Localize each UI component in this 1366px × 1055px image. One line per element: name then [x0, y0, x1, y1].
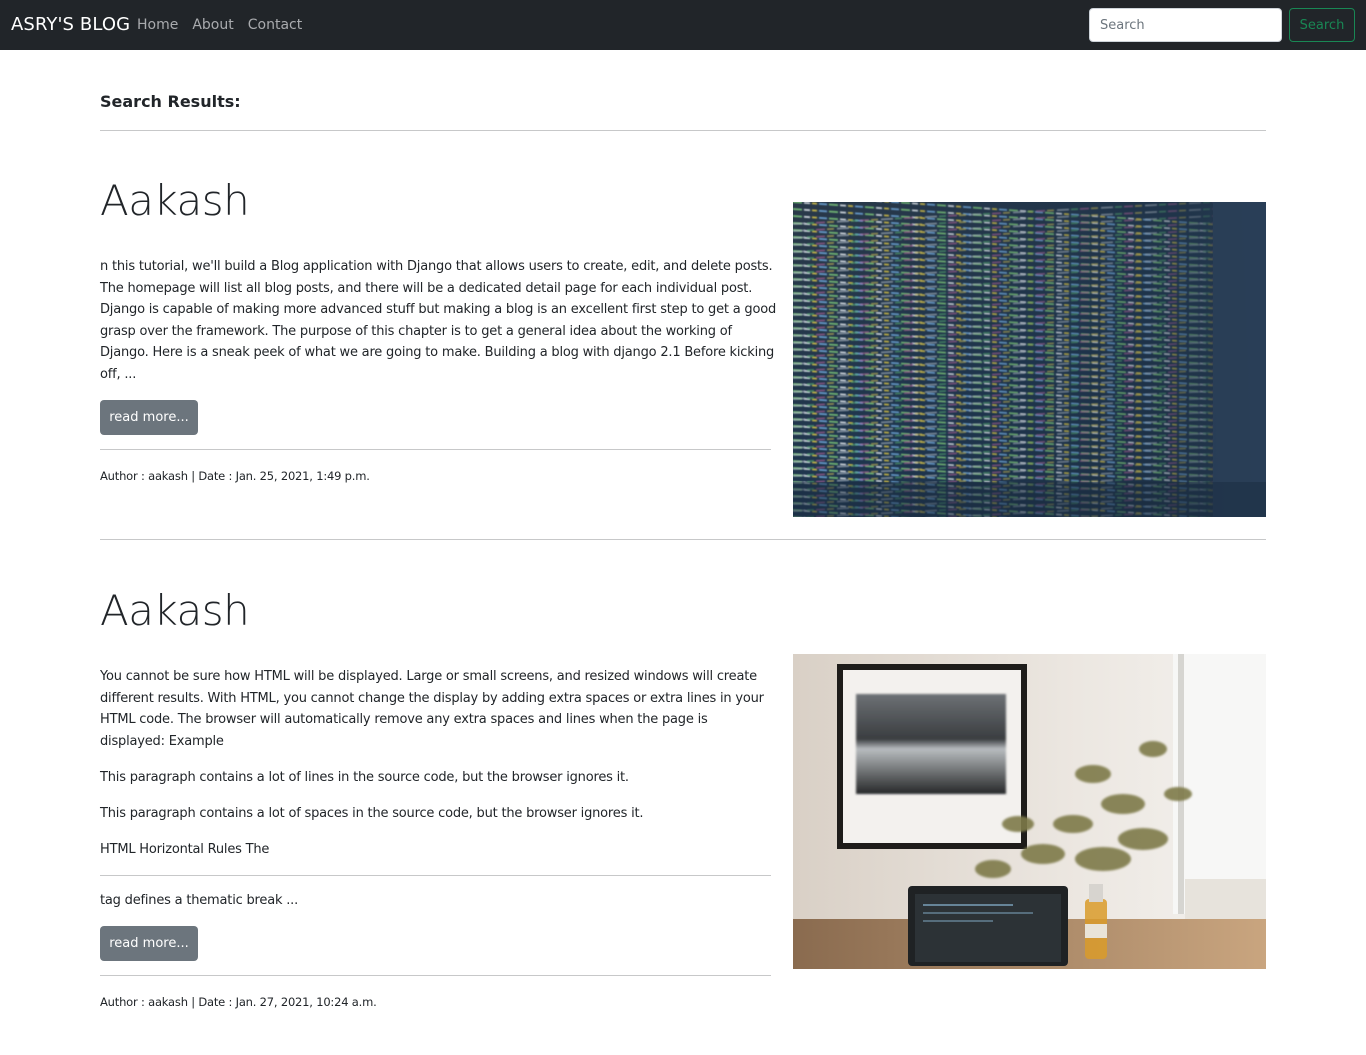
post-paragraph: HTML Horizontal Rules The [100, 841, 270, 857]
post-meta: Author : aakash | Date : Jan. 27, 2021, … [100, 995, 377, 1009]
divider [100, 449, 771, 450]
post-paragraph: n this tutorial, we'll build a Blog appl… [100, 259, 777, 382]
divider [100, 539, 1266, 540]
search-button[interactable]: Search [1289, 8, 1355, 42]
post-paragraph: You cannot be sure how HTML will be disp… [100, 669, 764, 749]
post-excerpt-continued: tag defines a thematic break ... [100, 890, 776, 926]
page-title: Search Results: [100, 92, 241, 111]
nav-link-about[interactable]: About [192, 16, 233, 34]
post-excerpt: You cannot be sure how HTML will be disp… [100, 666, 776, 875]
nav-link-contact[interactable]: Contact [248, 16, 302, 34]
post-title[interactable]: Aakash [100, 586, 250, 636]
divider [100, 875, 771, 876]
post-excerpt: n this tutorial, we'll build a Blog appl… [100, 256, 776, 400]
code-screen-image[interactable] [793, 202, 1266, 517]
post-paragraph: This paragraph contains a lot of lines i… [100, 769, 629, 785]
nav-links: Home About Contact [137, 16, 316, 34]
nav-link-home[interactable]: Home [137, 16, 178, 34]
post-paragraph: This paragraph contains a lot of spaces … [100, 805, 644, 821]
read-more-button[interactable]: read more... [100, 926, 198, 961]
divider [100, 975, 771, 976]
brand-logo[interactable]: ASRY'S BLOG [11, 14, 130, 36]
desk-laptop-plant-image[interactable] [793, 654, 1266, 969]
divider [100, 130, 1266, 131]
post-meta: Author : aakash | Date : Jan. 25, 2021, … [100, 469, 370, 483]
post-title[interactable]: Aakash [100, 176, 250, 226]
read-more-button[interactable]: read more... [100, 400, 198, 435]
navbar: ASRY'S BLOG Home About Contact Search [0, 0, 1366, 50]
search-input[interactable] [1089, 8, 1282, 42]
post-paragraph: tag defines a thematic break ... [100, 893, 299, 908]
